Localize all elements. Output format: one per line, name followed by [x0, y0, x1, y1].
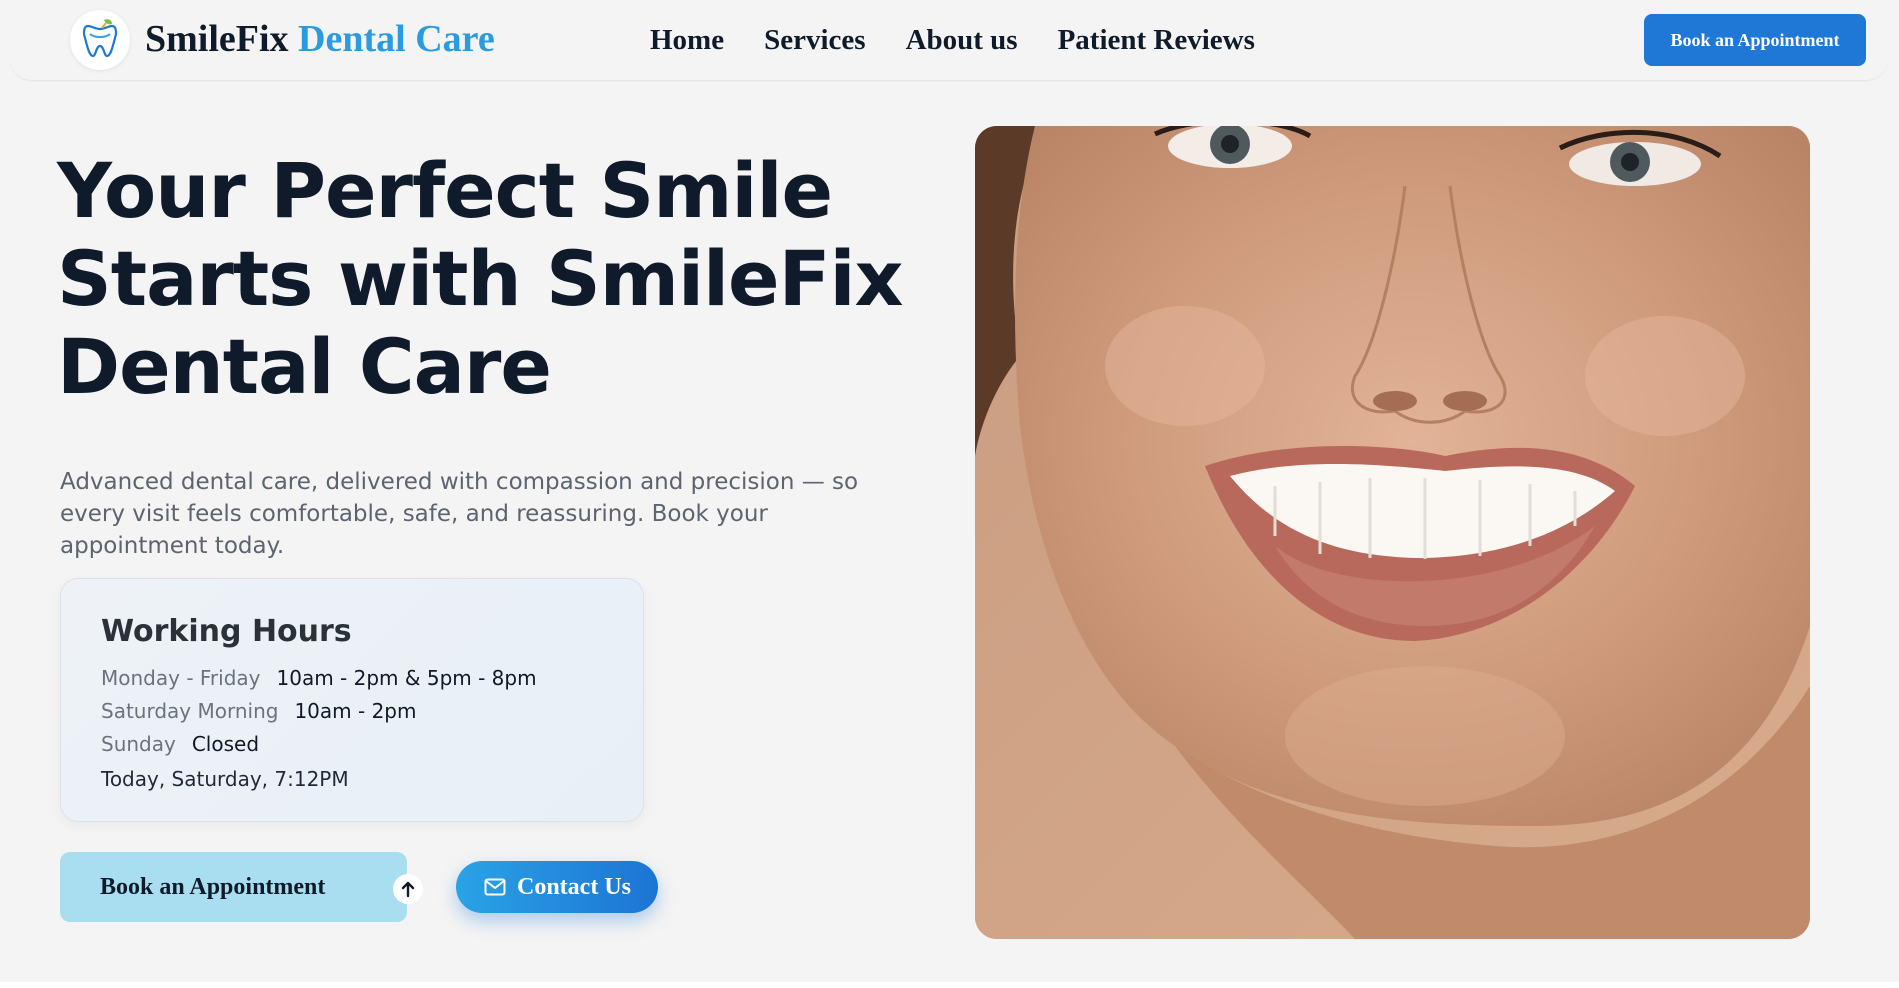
- contact-us-button[interactable]: Contact Us: [456, 861, 658, 913]
- arrow-up-icon: [393, 874, 423, 904]
- nav-patient-reviews[interactable]: Patient Reviews: [1058, 20, 1255, 60]
- hero-title: Your Perfect Smile Starts with SmileFix …: [57, 146, 904, 411]
- hours-row-weekdays: Monday - Friday 10am - 2pm & 5pm - 8pm: [101, 664, 537, 692]
- hero-smile-photo: [975, 126, 1810, 939]
- hours-value: 10am - 2pm & 5pm - 8pm: [276, 666, 537, 690]
- footer-divider: [0, 982, 1899, 988]
- today-status: Today, Saturday, 7:12PM: [101, 767, 349, 791]
- working-hours-card: Working Hours Monday - Friday 10am - 2pm …: [60, 578, 644, 822]
- mail-icon: [484, 878, 506, 900]
- brand-name-part2: Dental Care: [298, 18, 495, 60]
- nav-about-us[interactable]: About us: [906, 20, 1018, 60]
- brand-name[interactable]: SmileFix Dental Care: [145, 16, 495, 62]
- main-nav: Home Services About us Patient Reviews: [650, 20, 1255, 60]
- book-appointment-label: Book an Appointment: [100, 874, 326, 900]
- nav-home[interactable]: Home: [650, 20, 724, 60]
- hours-value: Closed: [191, 732, 260, 756]
- tooth-logo-icon[interactable]: [70, 10, 130, 70]
- hours-label: Sunday: [101, 732, 176, 756]
- header-book-appointment-button[interactable]: Book an Appointment: [1644, 14, 1866, 66]
- hours-row-saturday: Saturday Morning 10am - 2pm: [101, 697, 416, 725]
- hero-description: Advanced dental care, delivered with com…: [60, 469, 859, 559]
- hours-row-sunday: Sunday Closed: [101, 730, 259, 758]
- nav-services[interactable]: Services: [764, 20, 865, 60]
- hours-label: Saturday Morning: [101, 699, 279, 723]
- working-hours-title: Working Hours: [101, 614, 352, 649]
- book-appointment-button[interactable]: Book an Appointment: [60, 852, 423, 922]
- site-header: SmileFix Dental Care Home Services About…: [10, 0, 1888, 81]
- hours-label: Monday - Friday: [101, 666, 261, 690]
- hours-value: 10am - 2pm: [294, 699, 417, 723]
- brand-name-part1: SmileFix: [145, 18, 289, 60]
- contact-us-label: Contact Us: [517, 874, 631, 900]
